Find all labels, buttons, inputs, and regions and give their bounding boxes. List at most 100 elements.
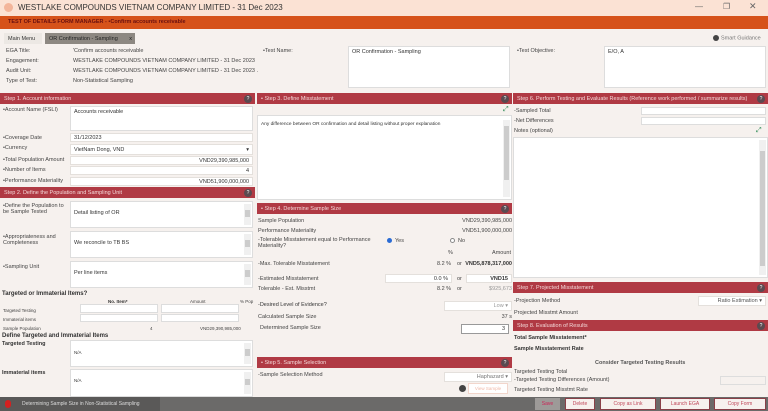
define-population-field[interactable]: Detail listing of OR	[70, 201, 253, 228]
immaterial-items-label: Immaterial items	[2, 370, 46, 376]
copy-link-button[interactable]: Copy as Link	[600, 398, 656, 410]
determined-size-label: Determined Sample Size	[260, 325, 321, 331]
step1-title: Step 1. Account information	[4, 96, 72, 102]
targeted-total-label: Targeted Testing Total	[514, 369, 568, 375]
minimize-button[interactable]: —	[695, 2, 703, 11]
view-sample-button[interactable]: View Sample	[468, 383, 508, 394]
close-tab-icon[interactable]: x	[129, 36, 132, 42]
sample-population-value: VND29,390,985,000	[462, 218, 512, 224]
help-icon[interactable]: ?	[501, 94, 509, 103]
save-button[interactable]: Save	[535, 398, 560, 410]
scrollbar[interactable]	[244, 204, 251, 225]
tab-label: Main Menu	[8, 36, 36, 42]
audit-unit-value: WESTLAKE COMPOUNDS VIETNAM COMPANY LIMIT…	[73, 68, 259, 74]
immaterial-items-text[interactable]: N/A	[70, 369, 253, 397]
test-objective-field[interactable]: E/O, A	[604, 46, 766, 88]
or-text: or	[457, 276, 462, 282]
scrollbar[interactable]	[244, 372, 251, 394]
coverage-date-value: 31/12/2023	[74, 135, 102, 141]
smart-guidance-label: Smart Guidance	[721, 35, 761, 42]
no-radio[interactable]	[450, 238, 455, 243]
close-button[interactable]: ✕	[749, 1, 757, 12]
targeted-rate-label: Targeted Testing Misstmt Rate	[514, 387, 588, 393]
help-icon[interactable]: ?	[501, 204, 509, 213]
coverage-date-label: •Coverage Date	[3, 135, 42, 141]
targeted-question: Targeted or Immaterial Items?	[2, 291, 88, 297]
net-differences-field[interactable]	[641, 117, 766, 125]
step5-title: • Step 5. Sample Selection	[261, 360, 327, 366]
calculated-size-value: 37 s	[501, 314, 512, 320]
scrollbar[interactable]	[759, 140, 766, 275]
notification[interactable]: Determining Sample Size in Non-Statistic…	[0, 397, 160, 411]
appropriateness-field[interactable]: We reconcile to TB BS	[70, 231, 253, 258]
selection-method-select[interactable]: Haphazard ▾	[444, 372, 512, 382]
row-sample-label: Sample Population	[3, 326, 41, 331]
selection-method-label: -Sample Selection Method	[258, 372, 323, 378]
test-name-value: OR Confirmation - Sampling	[352, 49, 421, 55]
help-icon[interactable]: ?	[757, 321, 765, 330]
delete-label: Delete	[572, 401, 588, 407]
define-population-value: Detail listing of OR	[74, 210, 120, 216]
title-bar: WESTLAKE COMPOUNDS VIETNAM COMPANY LIMIT…	[0, 0, 768, 16]
restore-button[interactable]: ❐	[723, 2, 730, 11]
sampling-unit-field[interactable]: Per line items	[70, 261, 253, 288]
yes-radio[interactable]	[387, 238, 392, 243]
sample-amount-value: VND29,390,985,000	[200, 326, 241, 331]
smart-guidance-link[interactable]: Smart Guidance	[713, 35, 761, 41]
copy-form-button[interactable]: Copy Form	[714, 398, 766, 410]
help-icon[interactable]: ?	[757, 283, 765, 292]
currency-select[interactable]: VietNam Dong, VND ▾	[70, 144, 253, 155]
estimated-amount-field[interactable]: VND15	[466, 274, 512, 283]
targeted-items-field[interactable]	[80, 304, 158, 313]
targeted-testing-field[interactable]: N/A	[70, 340, 253, 367]
step8-title: Step 8. Evaluation of Results	[517, 323, 588, 329]
scrollbar[interactable]	[503, 120, 510, 197]
account-name-value: Accounts receivable	[74, 109, 124, 115]
account-name-label: •Account Name (FSLI)	[3, 107, 58, 113]
evidence-select[interactable]: Low ▾	[444, 301, 512, 311]
amount-header: Amount	[492, 250, 511, 256]
test-name-field[interactable]: OR Confirmation - Sampling	[348, 46, 510, 88]
expand-icon[interactable]: ⤢	[756, 127, 762, 135]
estimated-pct-field[interactable]: 0.0 %	[385, 274, 452, 283]
scrollbar[interactable]	[244, 234, 251, 255]
sampled-total-field[interactable]	[641, 107, 766, 115]
tolerable-est-amount: $925,673	[489, 286, 512, 292]
determined-size-field[interactable]: 3	[461, 324, 509, 334]
performance-materiality-field[interactable]: VND51,900,000,000	[70, 177, 253, 186]
performance-materiality-label: •Performance Materiality	[3, 178, 64, 184]
scrollbar[interactable]	[244, 343, 251, 364]
step4-header: • Step 4. Determine Sample Size?	[257, 203, 512, 214]
total-population-value: VND29,390,985,000	[199, 158, 249, 164]
total-population-field[interactable]: VND29,390,985,000	[70, 156, 253, 165]
account-name-field[interactable]: Accounts receivable	[70, 106, 253, 131]
scrollbar[interactable]	[244, 264, 251, 285]
delete-button[interactable]: Delete	[565, 398, 595, 410]
immaterial-amount-field[interactable]	[161, 314, 239, 322]
tab-or-confirmation[interactable]: OR Confirmation - Sampling x	[45, 33, 135, 44]
step6-title: Step 6. Perform Testing and Evaluate Res…	[517, 96, 748, 102]
number-items-field[interactable]: 4	[70, 166, 253, 175]
misstatement-definition-field[interactable]: Any difference between OR confirmation a…	[257, 115, 512, 200]
row-immaterial-label: Immaterial items	[3, 317, 37, 322]
notes-field[interactable]	[513, 137, 768, 278]
projected-amount-label: Projected Misstmt Amount	[514, 310, 578, 316]
targeted-diff-field[interactable]	[720, 376, 766, 385]
help-icon[interactable]: ?	[757, 94, 765, 103]
coverage-date-field[interactable]: 31/12/2023	[70, 133, 253, 142]
expand-icon[interactable]: ⤢	[503, 106, 509, 114]
help-icon[interactable]: ?	[244, 94, 252, 103]
launch-ega-button[interactable]: Launch EGA	[660, 398, 710, 410]
step7-header: Step 7. Projected Misstatement?	[513, 282, 768, 293]
targeted-amount-field[interactable]	[161, 304, 239, 313]
evidence-label: -Desired Level of Evidence?	[258, 302, 327, 308]
test-objective-value: E/O, A	[608, 49, 624, 55]
help-icon[interactable]	[459, 385, 466, 392]
tab-main-menu[interactable]: Main Menu	[4, 33, 42, 44]
projection-method-select[interactable]: Ratio Estimation ▾	[698, 296, 766, 306]
consider-targeted-heading: Consider Targeted Testing Results	[595, 360, 686, 366]
help-icon[interactable]: ?	[501, 358, 509, 367]
tolerable-est-label: Tolerable - Est. Misstmt	[258, 286, 316, 292]
help-icon[interactable]: ?	[244, 188, 252, 197]
immaterial-items-field[interactable]	[80, 314, 158, 322]
